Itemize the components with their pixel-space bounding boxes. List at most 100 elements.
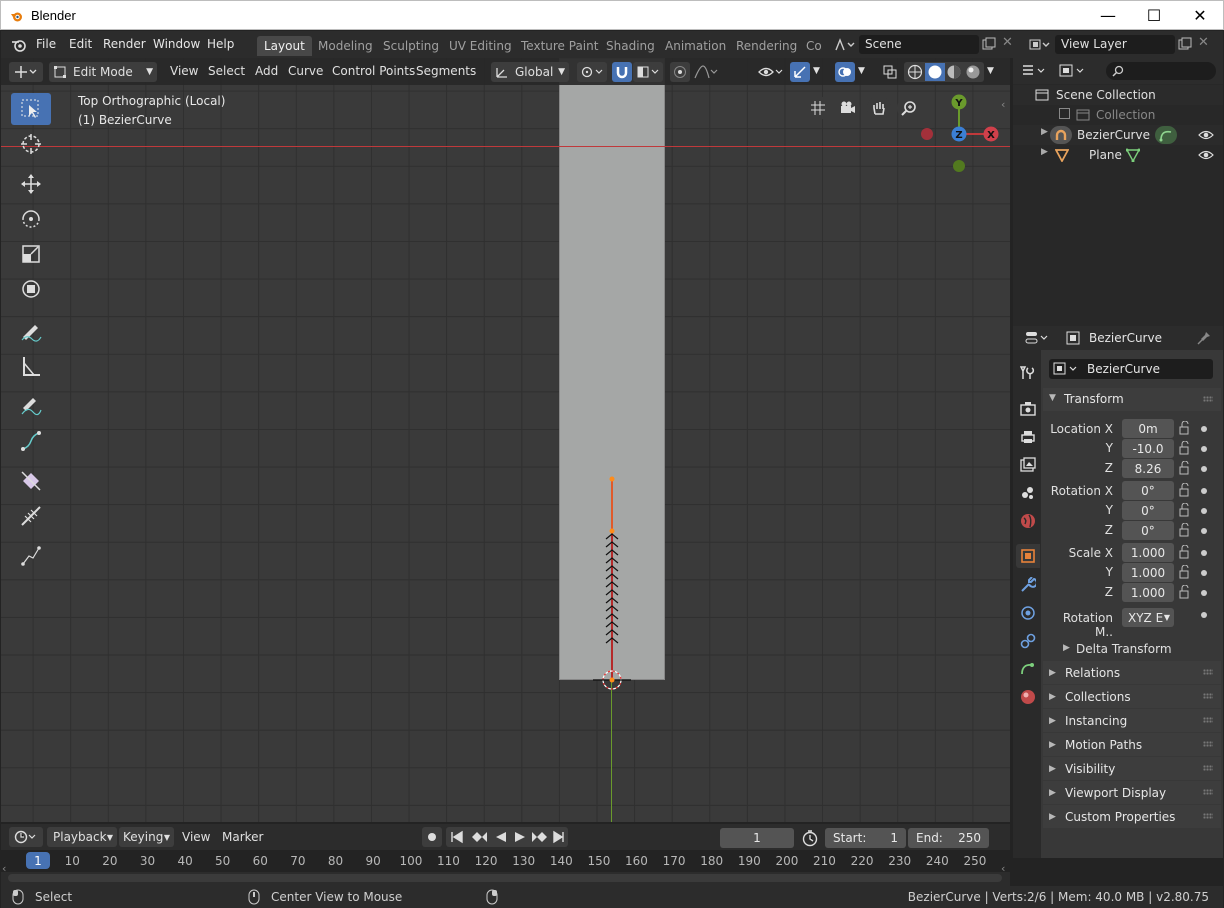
view-layer-selector-icon[interactable] xyxy=(1028,37,1052,53)
location-x-field[interactable]: 0m xyxy=(1122,419,1174,438)
keyframe-dot-icon[interactable] xyxy=(1201,528,1207,534)
tab-scene[interactable] xyxy=(1019,484,1037,502)
bezier-curve[interactable] xyxy=(591,473,641,703)
camera-view-button[interactable] xyxy=(836,96,860,120)
stopwatch-icon[interactable] xyxy=(801,829,819,847)
rotation-z-field[interactable]: 0° xyxy=(1122,521,1174,540)
tab-compositing[interactable]: Co xyxy=(799,36,824,56)
tab-curve-data[interactable] xyxy=(1019,660,1037,678)
end-frame-field[interactable]: End: 250 xyxy=(908,828,989,848)
drag-handle-icon[interactable] xyxy=(1203,789,1213,795)
scene-name-field[interactable]: Scene xyxy=(859,35,979,54)
tab-animation[interactable]: Animation xyxy=(658,36,733,56)
location-z-field[interactable]: 8.26 xyxy=(1122,459,1174,478)
pan-view-button[interactable] xyxy=(867,96,891,120)
tab-output[interactable] xyxy=(1019,428,1037,446)
keyframe-dot-icon[interactable] xyxy=(1201,426,1207,432)
tab-modeling[interactable]: Modeling xyxy=(311,36,380,56)
menu-select[interactable]: Select xyxy=(208,64,245,78)
outliner-row-collection[interactable]: Collection xyxy=(1013,105,1223,125)
cursor-tool[interactable] xyxy=(11,128,51,160)
remove-scene-icon[interactable]: ✕ xyxy=(1002,35,1013,50)
mode-selector[interactable]: Edit Mode ▼ xyxy=(49,62,157,82)
timeline-editor-type[interactable] xyxy=(9,827,43,847)
timeline-menu-marker[interactable]: Marker xyxy=(222,830,263,844)
delta-transform-subpanel[interactable]: ▶ Delta Transform xyxy=(1043,638,1221,660)
gizmo-toggle[interactable] xyxy=(790,62,810,82)
scale-z-field[interactable]: 1.000 xyxy=(1122,583,1174,602)
expand-arrow-icon[interactable]: ▶ xyxy=(1041,127,1048,137)
maximize-button[interactable]: ☐ xyxy=(1131,1,1177,30)
lock-icon[interactable] xyxy=(1178,440,1192,455)
scene-selector-icon[interactable] xyxy=(833,37,857,53)
draw-curve-tool[interactable] xyxy=(11,390,51,422)
playback-controls-icons[interactable] xyxy=(448,830,566,844)
location-y-field[interactable]: -10.0 xyxy=(1122,439,1174,458)
outliner-row-plane[interactable]: ▶ Plane xyxy=(1013,145,1223,165)
menu-add[interactable]: Add xyxy=(255,64,278,78)
menu-help[interactable]: Help xyxy=(207,37,234,51)
keyframe-dot-icon[interactable] xyxy=(1201,466,1207,472)
transform-tool[interactable] xyxy=(11,273,51,305)
current-frame-field[interactable]: 1 xyxy=(720,828,794,848)
rotation-y-field[interactable]: 0° xyxy=(1122,501,1174,520)
tab-material[interactable] xyxy=(1019,688,1037,706)
panel-motion-paths[interactable]: ▶ Motion Paths xyxy=(1043,733,1221,756)
keyframe-dot-icon[interactable] xyxy=(1201,446,1207,452)
snap-toggle[interactable] xyxy=(612,62,632,82)
view-layer-name-field[interactable]: View Layer xyxy=(1055,35,1175,54)
blender-menu-icon[interactable] xyxy=(11,38,27,52)
transform-orientation-selector[interactable]: Global ▼ xyxy=(491,62,569,82)
timeline-menu-view[interactable]: View xyxy=(182,830,210,844)
tab-view-layer[interactable] xyxy=(1019,456,1037,474)
outliner-row-beziercurve[interactable]: ▶ BezierCurve xyxy=(1013,125,1223,145)
randomize-tool[interactable] xyxy=(11,540,51,572)
lock-icon[interactable] xyxy=(1178,420,1192,435)
eye-icon[interactable] xyxy=(1198,129,1214,141)
annotate-tool[interactable] xyxy=(11,315,51,347)
lock-icon[interactable] xyxy=(1178,460,1192,475)
snap-target-selector[interactable] xyxy=(633,62,663,82)
outliner-search-input[interactable] xyxy=(1106,62,1216,80)
menu-curve[interactable]: Curve xyxy=(288,64,323,78)
drag-handle-icon[interactable] xyxy=(1203,669,1213,675)
panel-visibility[interactable]: ▶ Visibility xyxy=(1043,757,1221,780)
overlay-toggle[interactable] xyxy=(835,62,855,82)
lock-icon[interactable] xyxy=(1178,544,1192,559)
panel-collections[interactable]: ▶ Collections xyxy=(1043,685,1221,708)
chevron-down-icon[interactable]: ▼ xyxy=(987,66,994,76)
scale-tool[interactable] xyxy=(11,238,51,270)
panel-relations[interactable]: ▶ Relations xyxy=(1043,661,1221,684)
proportional-falloff-selector[interactable] xyxy=(691,62,721,82)
drag-handle-icon[interactable] xyxy=(1203,717,1213,723)
new-scene-icon[interactable] xyxy=(981,36,997,52)
keyframe-dot-icon[interactable] xyxy=(1201,612,1207,618)
tab-object[interactable] xyxy=(1016,544,1040,568)
lock-icon[interactable] xyxy=(1178,584,1192,599)
menu-render[interactable]: Render xyxy=(103,37,146,51)
menu-edit[interactable]: Edit xyxy=(69,37,92,51)
pin-icon[interactable] xyxy=(1197,331,1211,345)
drag-handle-icon[interactable] xyxy=(1203,813,1213,819)
keying-menu[interactable]: Keying ▼ xyxy=(119,827,174,847)
chevron-down-icon[interactable]: ▼ xyxy=(813,66,820,76)
move-tool[interactable] xyxy=(11,168,51,200)
tab-render[interactable] xyxy=(1019,400,1037,418)
menu-segments[interactable]: Segments xyxy=(416,64,476,78)
lock-icon[interactable] xyxy=(1178,482,1192,497)
menu-view[interactable]: View xyxy=(170,64,198,78)
new-view-layer-icon[interactable] xyxy=(1177,36,1193,52)
navigation-gizmo[interactable]: Y X Z xyxy=(916,90,1006,180)
scroll-left-icon[interactable]: ‹ xyxy=(2,862,6,875)
lock-icon[interactable] xyxy=(1178,522,1192,537)
menu-window[interactable]: Window xyxy=(153,37,200,51)
chevron-down-icon[interactable]: ▼ xyxy=(858,66,865,76)
drag-handle-icon[interactable] xyxy=(1203,741,1213,747)
editor-type-selector[interactable] xyxy=(9,62,43,82)
proportional-edit-toggle[interactable] xyxy=(670,62,690,82)
radius-tool[interactable] xyxy=(11,465,51,497)
tab-modifiers[interactable] xyxy=(1019,576,1037,594)
rotate-tool[interactable] xyxy=(11,203,51,235)
object-visibility-selector[interactable] xyxy=(755,62,787,82)
scale-x-field[interactable]: 1.000 xyxy=(1122,543,1174,562)
